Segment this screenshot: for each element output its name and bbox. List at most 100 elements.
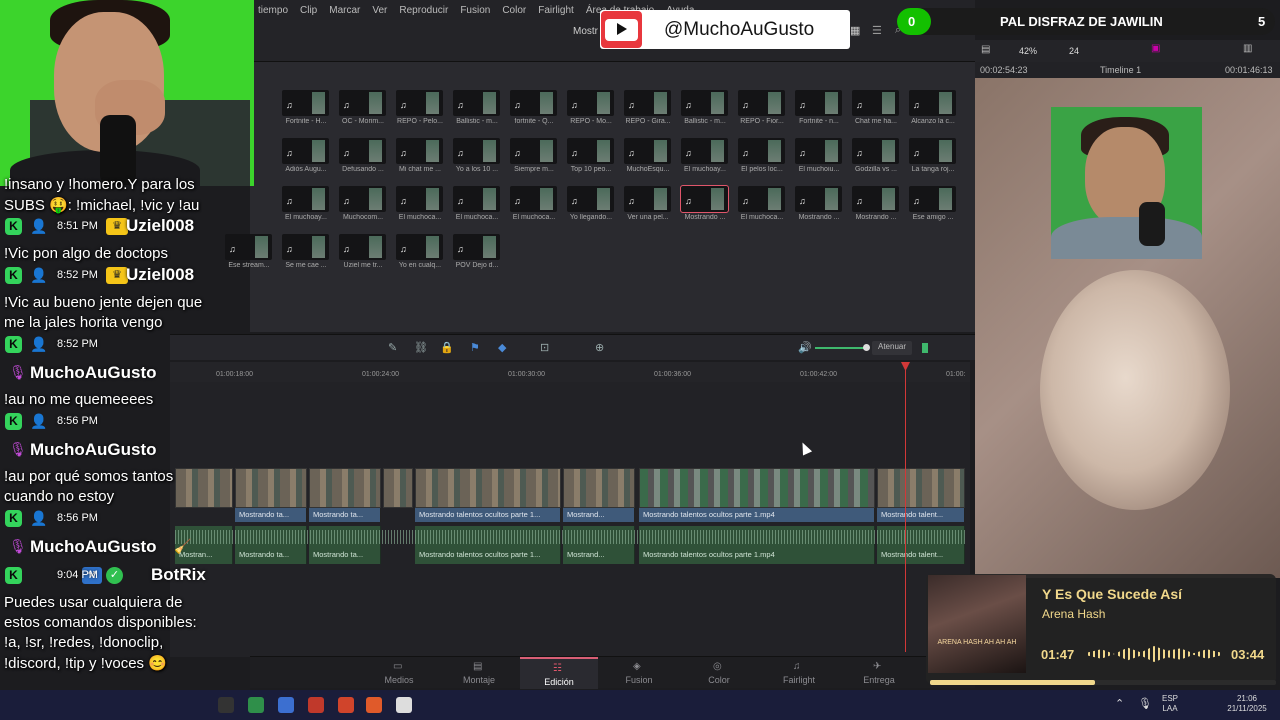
fps-value[interactable]: 24 <box>1069 46 1079 56</box>
media-clip[interactable]: ♫ Yo en cualq... <box>396 234 443 269</box>
chat-username[interactable]: Uziel008 <box>126 216 194 236</box>
media-clip[interactable]: ♫ Muchocom... <box>339 186 386 221</box>
chat-username[interactable]: Uziel008 <box>126 265 194 285</box>
language-indicator[interactable]: ESP LAA <box>1158 694 1182 714</box>
media-clip[interactable]: ♫ Ballistic - m... <box>453 90 500 125</box>
chevron-up-icon[interactable]: ⌃ <box>1115 697 1124 710</box>
video-clip-label[interactable]: Mostrando talent... <box>877 508 965 522</box>
video-clip-label[interactable]: Mostrando talentos ocultos parte 1.mp4 <box>639 508 875 522</box>
menu-item[interactable]: Reproducir <box>399 5 448 16</box>
list-view-icon[interactable]: ☰ <box>872 24 882 37</box>
media-clip[interactable]: ♫ Top 10 peo... <box>567 138 614 173</box>
media-clip[interactable]: ♫ Mostrando ... <box>795 186 842 221</box>
media-clip[interactable]: ♫ Uziel me tr... <box>339 234 386 269</box>
page-entrega[interactable]: ✈ Entrega <box>840 657 918 689</box>
zoom-in-icon[interactable]: ⊕ <box>595 341 604 354</box>
grid-view-icon[interactable]: ▦ <box>850 24 860 37</box>
media-clip[interactable]: ♫ El muchoay... <box>282 186 329 221</box>
video-clip-label[interactable]: Mostrando ta... <box>309 508 381 522</box>
media-clip[interactable]: ♫ Yo a los 10 ... <box>453 138 500 173</box>
menu-item[interactable]: Clip <box>300 5 317 16</box>
menu-item[interactable]: tiempo <box>258 5 288 16</box>
media-clip[interactable]: ♫ Fortnite - n... <box>795 90 842 125</box>
taskbar-app-icon[interactable] <box>218 697 234 713</box>
media-clip[interactable]: ♫ Adiós Augu... <box>282 138 329 173</box>
menu-item[interactable]: Color <box>502 5 526 16</box>
volume-slider[interactable] <box>815 347 867 349</box>
volume-icon[interactable]: 🔊 <box>798 341 812 354</box>
media-clip[interactable]: ♫ POV Dejo d... <box>453 234 500 269</box>
flag-icon[interactable]: ⚑ <box>470 341 480 354</box>
viewer-layout-icon[interactable]: ▤ <box>981 44 990 55</box>
taskbar-app-icon[interactable] <box>278 697 294 713</box>
media-clip[interactable]: ♫ Ballistic - m... <box>681 90 728 125</box>
playhead[interactable] <box>905 362 906 652</box>
timeline-ruler[interactable]: 01:00:18:00 01:00:24:00 01:00:30:00 01:00:3… <box>170 362 970 382</box>
page-edición[interactable]: ☷ Edición <box>520 657 598 689</box>
media-clip[interactable]: ♫ Mostrando ... <box>852 186 899 221</box>
page-montaje[interactable]: ▤ Montaje <box>440 657 518 689</box>
monitor-icon[interactable]: ▣ <box>1151 43 1160 54</box>
atenuar-button[interactable]: Atenuar <box>872 341 913 355</box>
media-clip[interactable]: ♫ Alcanzo la c... <box>909 90 956 125</box>
link-icon[interactable]: ⛓ <box>414 341 428 354</box>
media-clip[interactable]: ♫ Fortnite - H... <box>282 90 329 125</box>
page-fusion[interactable]: ◈ Fusion <box>600 657 678 689</box>
media-clip[interactable]: ♫ Se me cae ... <box>282 234 329 269</box>
media-clip[interactable]: ♫ OC - Morim... <box>339 90 386 125</box>
menu-item[interactable]: Fusion <box>460 5 490 16</box>
media-clip[interactable]: ♫ Chat me ha... <box>852 90 899 125</box>
media-clip[interactable]: ♫ El pelos loc... <box>738 138 785 173</box>
razor-icon[interactable]: ✎ <box>388 341 397 354</box>
zoom-fit-icon[interactable]: ⊡ <box>540 341 549 354</box>
video-track-1[interactable] <box>175 468 965 508</box>
media-clip[interactable]: ♫ REPO - Mo... <box>567 90 614 125</box>
media-clip[interactable]: ♫ El muchoiu... <box>795 138 842 173</box>
video-clip[interactable] <box>309 468 381 508</box>
media-clip[interactable]: ♫ Mi chat me ... <box>396 138 443 173</box>
media-clip[interactable]: ♫ El muchoca... <box>738 186 785 221</box>
chat-username[interactable]: MuchoAuGusto <box>30 363 157 383</box>
zoom-level[interactable]: 42% <box>1019 46 1037 56</box>
media-clip[interactable]: ♫ Yo llegando... <box>567 186 614 221</box>
media-clip[interactable]: ♫ Ese amigo ... <box>909 186 956 221</box>
menu-item[interactable]: Ver <box>372 5 387 16</box>
media-clip[interactable]: ♫ MuchoEsqu... <box>624 138 671 173</box>
video-clip[interactable] <box>639 468 875 508</box>
menu-item[interactable]: Fairlight <box>538 5 574 16</box>
media-clip[interactable]: ♫ El muchoca... <box>453 186 500 221</box>
chat-username[interactable]: BotRix <box>151 565 206 585</box>
taskbar-file-icon[interactable] <box>396 697 412 713</box>
video-clip[interactable] <box>563 468 635 508</box>
media-clip[interactable]: ♫ REPO - Gira... <box>624 90 671 125</box>
media-clip[interactable]: ♫ El muchoca... <box>396 186 443 221</box>
video-clip[interactable] <box>877 468 965 508</box>
mic-tray-icon[interactable]: 🎙 <box>1138 697 1152 710</box>
volume-knob[interactable] <box>863 344 870 351</box>
taskbar-app-icon[interactable] <box>338 697 354 713</box>
video-clip-label[interactable]: Mostrando talentos ocultos parte 1... <box>415 508 561 522</box>
media-clip[interactable]: ♫ Defusando ... <box>339 138 386 173</box>
media-clip[interactable]: ♫ Siempre m... <box>510 138 557 173</box>
media-clip[interactable]: ♫ REPO - Fior... <box>738 90 785 125</box>
media-clip[interactable]: ♫ Godzilla vs ... <box>852 138 899 173</box>
video-clip-label[interactable]: Mostrand... <box>563 508 635 522</box>
taskbar-app-icon[interactable] <box>248 697 264 713</box>
media-clip[interactable]: ♫ La tanga roj... <box>909 138 956 173</box>
media-clip[interactable]: ♫ El muchoca... <box>510 186 557 221</box>
taskbar-app-icon[interactable] <box>366 697 382 713</box>
taskbar-app-icon[interactable] <box>308 697 324 713</box>
video-clip[interactable] <box>415 468 561 508</box>
media-clip[interactable]: ♫ fortnite - Q... <box>510 90 557 125</box>
timeline-name[interactable]: Timeline 1 <box>1100 65 1141 75</box>
chat-username[interactable]: MuchoAuGusto <box>30 537 157 557</box>
lock-icon[interactable]: 🔒 <box>440 341 454 354</box>
media-clip[interactable]: ♫ Mostrando ... <box>680 185 729 221</box>
menu-item[interactable]: Marcar <box>329 5 360 16</box>
media-clip[interactable]: ♫ REPO - Pelo... <box>396 90 443 125</box>
chat-username[interactable]: MuchoAuGusto <box>30 440 157 460</box>
video-clip[interactable] <box>383 468 413 508</box>
media-clip[interactable]: ♫ Ver una pel... <box>624 186 671 221</box>
page-medios[interactable]: ▭ Medios <box>360 657 438 689</box>
page-color[interactable]: ◎ Color <box>680 657 758 689</box>
